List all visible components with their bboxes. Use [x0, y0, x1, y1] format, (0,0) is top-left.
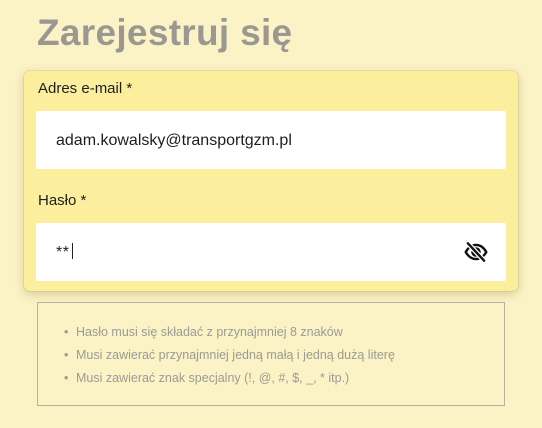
page-title: Zarejestruj się [37, 12, 293, 53]
requirement-item: • Musi zawierać znak specjalny (!, @, #, … [64, 367, 395, 390]
eye-off-icon [464, 240, 488, 264]
requirement-item: • Hasło musi się składać z przynajmniej 8… [64, 321, 395, 344]
password-requirements: • Hasło musi się składać z przynajmniej 8… [37, 302, 505, 406]
requirement-item: • Musi zawierać przynajmniej jedną małą i… [64, 344, 395, 367]
bullet: • [64, 371, 69, 385]
email-value: adam.kowalsky@transportgzm.pl [56, 132, 292, 149]
bullet: • [64, 325, 69, 339]
password-label: Hasło * [38, 192, 87, 209]
requirement-text: Musi zawierać znak specjalny (!, @, #, $… [76, 371, 350, 385]
requirement-text: Hasło musi się składać z przynajmniej 8 … [76, 325, 343, 339]
email-label: Adres e-mail * [38, 80, 133, 97]
bullet: • [64, 348, 69, 362]
text-caret [72, 243, 74, 259]
requirement-text: Musi zawierać przynajmniej jedną małą i … [76, 348, 395, 362]
email-field[interactable]: adam.kowalsky@transportgzm.pl [36, 111, 506, 169]
toggle-password-visibility-button[interactable] [462, 238, 490, 266]
registration-form: Adres e-mail * adam.kowalsky@transportgz… [24, 71, 518, 291]
requirements-list: • Hasło musi się składać z przynajmniej 8… [64, 321, 395, 390]
password-field[interactable]: ** [36, 223, 506, 281]
password-value: ** [56, 244, 70, 261]
password-value-wrapper: ** [56, 243, 74, 263]
registration-page: Zarejestruj się Adres e-mail * adam.kowa… [0, 0, 542, 428]
